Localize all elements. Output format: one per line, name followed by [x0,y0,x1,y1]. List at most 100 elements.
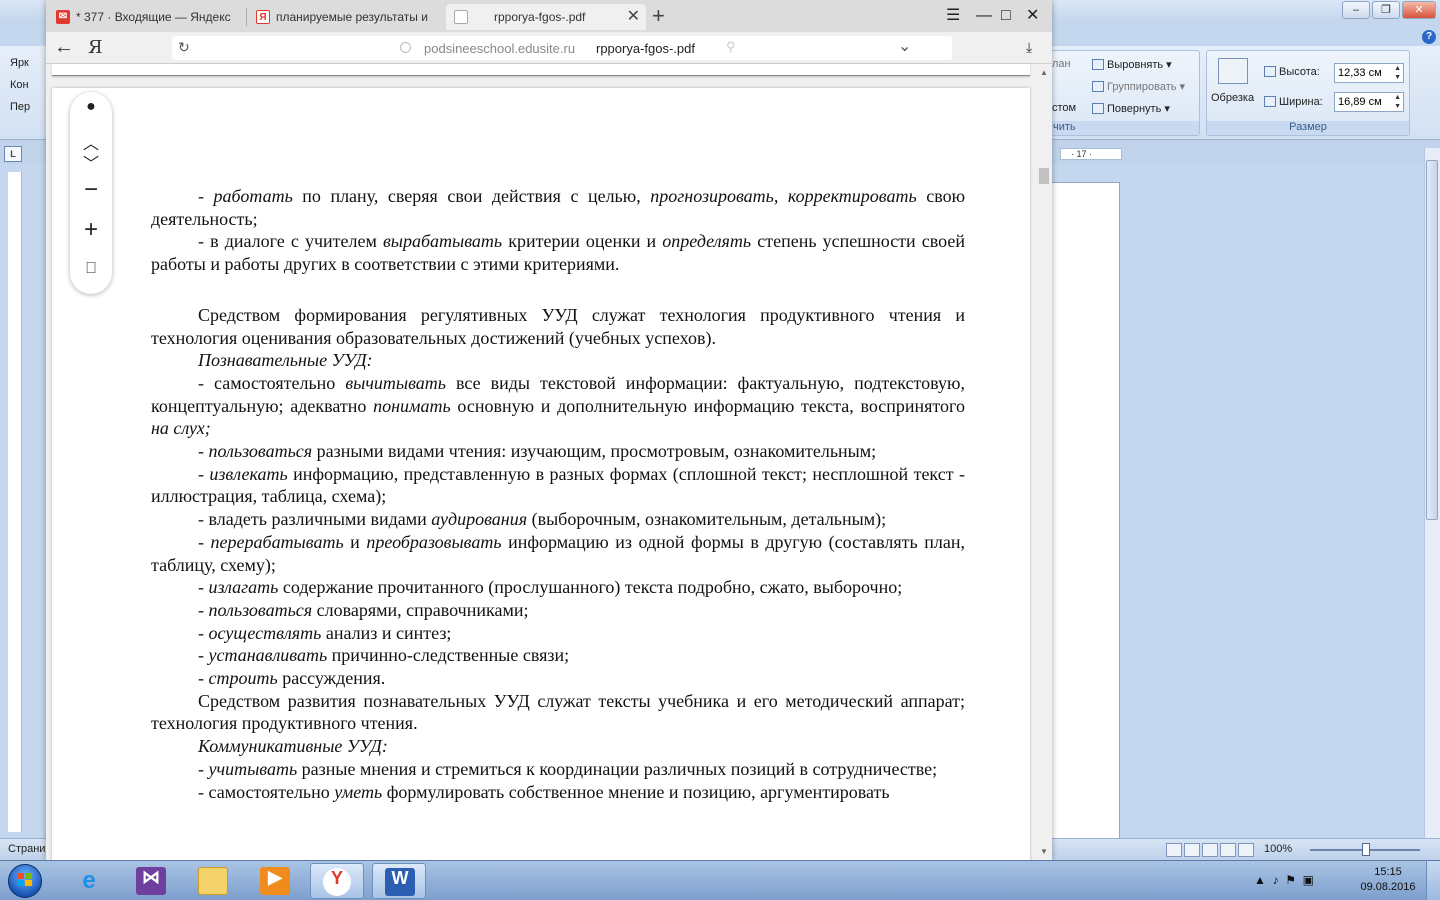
group-button[interactable]: Группировать ▾ [1092,80,1185,93]
crop-label[interactable]: Обрезка [1211,92,1254,104]
zoom-level[interactable]: 100% [1264,843,1292,855]
start-button[interactable] [2,862,48,900]
fit-page-icon[interactable]: ⎕ [70,260,112,278]
print-layout-icon[interactable] [1166,843,1182,857]
paragraph-text: - [198,758,209,779]
minimize-button[interactable]: ‒ [1342,1,1370,19]
maximize-icon[interactable]: □ [1001,6,1011,26]
emphasized-text: строить [208,668,278,689]
zoom-slider-handle[interactable] [1362,843,1370,856]
close-tab-icon[interactable]: ✕ [627,4,640,30]
width-field[interactable]: 16,89 см ▲ ▼ [1334,92,1404,112]
document-paragraph: - пользоваться разными видами чтения: из… [151,440,965,463]
spinner-icon[interactable]: ▲ ▼ [1394,93,1401,111]
new-tab-button[interactable]: + [652,4,665,28]
url-path[interactable]: rpporya-fgos-.pdf [596,41,695,56]
help-icon[interactable]: ? [1422,30,1436,44]
show-desktop-button[interactable] [1426,861,1440,900]
minimize-icon[interactable]: ― [976,6,992,26]
web-layout-icon[interactable] [1202,843,1218,857]
height-field[interactable]: 12,33 см ▲ ▼ [1334,63,1404,83]
crop-icon[interactable] [1218,58,1248,84]
network-icon[interactable]: ▣ [1303,873,1314,887]
document-paragraph: - осуществлять анализ и синтез; [151,622,965,645]
download-icon[interactable]: ⤓ [1026,39,1032,56]
pdf-scrollbar[interactable]: ▲ ▼ [1036,64,1052,860]
emphasized-text: понимать [373,395,451,416]
emphasized-text: вырабатывать [382,231,503,252]
pdf-scroll-thumb[interactable] [1039,168,1049,184]
paragraph-text: анализ и синтез; [321,622,452,643]
clock[interactable]: 15:15 09.08.2016 [1358,865,1418,895]
ribbon-item[interactable]: стом [1052,102,1076,114]
document-paragraph: - в диалоге с учителем вырабатывать крит… [151,230,965,275]
document-paragraph: - строить рассуждения. [151,667,965,690]
visual-studio-icon: ⋈ [136,867,166,895]
ribbon-left-item[interactable]: Пер [6,96,48,118]
horizontal-ruler[interactable]: · 17 · [1060,148,1122,160]
zoom-out-icon[interactable]: − [70,176,112,204]
tab-pdf[interactable]: rpporya-fgos-.pdf ✕ [446,4,646,30]
taskbar-media-player[interactable]: ▶ [248,863,302,899]
back-icon[interactable]: ← [54,36,74,59]
word-page[interactable] [1048,182,1120,842]
paragraph-text: - [198,622,209,643]
fit-dot-icon[interactable]: ● [70,98,112,116]
rotate-button[interactable]: Повернуть ▾ [1092,102,1170,115]
flag-icon[interactable]: ⚑ [1285,873,1296,887]
vertical-ruler[interactable] [8,172,22,832]
tray-expand-icon[interactable]: ▲ [1254,873,1266,887]
taskbar-explorer[interactable] [186,863,240,899]
scroll-up-icon[interactable]: ▲ [1040,68,1048,77]
yandex-logo[interactable]: Я [88,37,103,58]
close-button[interactable]: ✕ [1402,1,1436,19]
tab-mail[interactable]: ✉ * 377 · Входящие — Яндекс [50,4,240,30]
full-screen-reading-icon[interactable] [1184,843,1200,857]
pdf-page[interactable]: - работать по плану, сверяя свои действи… [52,88,1030,860]
draft-icon[interactable] [1238,843,1254,857]
url-domain[interactable]: podsineeschool.edusite.ru [424,41,575,56]
emphasized-text: вычитывать [345,372,446,393]
document-paragraph: Коммуникативные УУД: [151,735,965,758]
menu-icon[interactable]: ☰ [946,6,960,26]
search-icon: ⚲ [726,39,736,54]
taskbar-yandex-browser[interactable]: Y [310,863,364,899]
windows-flag-icon [17,873,33,887]
paragraph-text: - [198,186,214,206]
document-paragraph: - извлекать информацию, представленную в… [151,463,965,508]
width-label: Ширина: [1264,96,1323,108]
paragraph-text: Средством формирования регулятивных УУД … [151,304,965,348]
taskbar-ie[interactable]: e [62,863,116,899]
maximize-button[interactable]: ❐ [1372,1,1400,19]
chevron-down-icon[interactable]: ⌄ [898,36,911,56]
page-indicator[interactable]: Страни [8,843,45,855]
ruler-toggle-button[interactable]: L [4,146,22,162]
emphasized-text: уметь [334,781,383,802]
ribbon-left-item[interactable]: Кон [6,74,48,96]
ribbon-left-item[interactable]: Ярк [6,52,48,74]
align-button[interactable]: Выровнять ▾ [1092,58,1172,71]
tab-search[interactable]: Я планируемые результаты и [250,4,440,30]
volume-icon[interactable]: ♪ [1273,873,1279,887]
globe-icon [400,42,411,53]
pdf-viewer: - работать по плану, сверяя свои действи… [46,64,1052,860]
word-icon: W [385,868,415,896]
taskbar-visual-studio[interactable]: ⋈ [124,863,178,899]
ribbon-item[interactable]: лан [1052,58,1071,70]
page-down-icon[interactable]: ﹀ [70,150,112,174]
scroll-down-icon[interactable]: ▼ [1040,847,1048,856]
emphasized-text: осуществлять [208,622,322,643]
paragraph-text: рассуждения. [277,668,386,689]
outline-icon[interactable] [1220,843,1236,857]
paragraph-text: Средством развития познавательных УУД сл… [151,690,965,734]
zoom-in-icon[interactable]: + [70,216,112,244]
taskbar-word[interactable]: W [372,863,426,899]
paragraph-text: - [198,577,209,598]
close-icon[interactable]: ✕ [1026,6,1039,26]
reload-icon[interactable]: ↻ [178,39,190,56]
view-buttons [1166,843,1256,860]
paragraph-text: содержание прочитанного (прослушанного) … [278,577,903,598]
spinner-icon[interactable]: ▲ ▼ [1394,64,1401,82]
word-scroll-thumb[interactable] [1426,160,1438,520]
previous-page-edge [52,64,1030,76]
